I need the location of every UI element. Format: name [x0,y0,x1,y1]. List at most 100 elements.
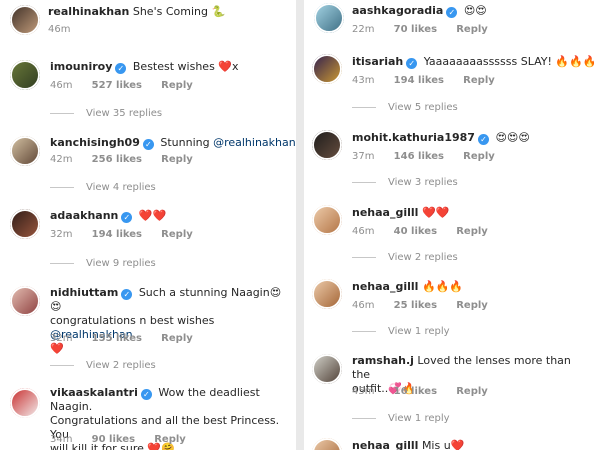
avatar[interactable] [10,209,40,239]
avatar[interactable] [312,130,342,160]
avatar[interactable] [10,388,40,418]
reply-link[interactable]: Reply [456,386,488,397]
avatar[interactable] [312,205,342,235]
avatar[interactable] [10,5,40,35]
reply-link[interactable]: Reply [456,300,488,311]
screenshot-divider [296,0,304,450]
comment-text: Stunning [160,136,214,149]
comment-username[interactable]: ramshah.j [352,354,414,367]
likes-count[interactable]: 155 likes [92,333,142,344]
avatar[interactable] [10,136,40,166]
comment-time: 46m [48,24,71,35]
reply-link[interactable]: Reply [463,75,495,86]
comment-time: 22m [352,24,375,35]
comment-username[interactable]: realhinakhan [48,5,129,18]
comment-item: aashkagoradia ✓ 😍😍 22m 70 likes Reply [304,0,600,40]
comments-column-left[interactable]: realhinakhan She's Coming 🐍 46m imouniro… [0,0,296,450]
comment-item: nidhiuttam ✓ Such a stunning Naagin😍😍 con… [0,278,296,373]
reply-link[interactable]: Reply [456,24,488,35]
reply-link[interactable]: Reply [161,154,193,165]
comment-item: nehaa_gilll ❤️❤️ 46m 40 likes Reply View… [304,200,600,270]
avatar[interactable] [312,54,342,84]
likes-count[interactable]: 256 likes [92,154,142,165]
verified-badge-icon: ✓ [446,7,458,18]
comment-item: nehaa_gilll 🔥🔥🔥 46m 25 likes Reply View … [304,274,600,344]
comment-time: 43m [352,75,375,86]
reply-link[interactable]: Reply [463,151,495,162]
comment-time: 46m [352,226,375,237]
reply-link[interactable]: Reply [161,229,193,240]
view-replies-link[interactable]: View 35 replies [50,108,162,119]
likes-count[interactable]: 40 likes [394,226,437,237]
comment-item: ramshah.j Loved the lenses more than the… [304,348,600,428]
reply-link[interactable]: Reply [161,333,193,344]
avatar[interactable] [10,60,40,90]
likes-count[interactable]: 25 likes [394,300,437,311]
comment-item: nehaa_gilll Mis u❤️ [304,436,600,450]
verified-badge-icon: ✓ [477,134,489,145]
reply-link[interactable]: Reply [161,80,193,91]
view-replies-link[interactable]: View 2 replies [352,252,458,263]
comment-time: 34m [50,434,73,445]
comment-username[interactable]: adaakhann [50,209,118,222]
verified-badge-icon: ✓ [140,389,152,400]
comment-text: She's Coming 🐍 [132,5,226,18]
comment-username[interactable]: nehaa_gilll [352,280,418,293]
likes-count[interactable]: 527 likes [92,80,142,91]
comment-time: 45m [352,386,375,397]
comment-text: 😍😍😍 [495,131,530,144]
comment-username[interactable]: imouniroy [50,60,112,73]
likes-count[interactable]: 16 likes [394,386,437,397]
comments-column-right[interactable]: aashkagoradia ✓ 😍😍 22m 70 likes Reply iti… [304,0,600,450]
likes-count[interactable]: 194 likes [394,75,444,86]
comment-item: adaakhann ✓ ❤️❤️ 32m 194 likes Reply View… [0,203,296,273]
comment-username[interactable]: nehaa_gilll [352,439,418,450]
comment-time: 32m [50,333,73,344]
view-replies-link[interactable]: View 3 replies [352,177,458,188]
comment-time: 42m [50,154,73,165]
view-replies-link[interactable]: View 1 reply [352,326,450,337]
avatar[interactable] [314,3,344,33]
comment-username[interactable]: vikaaskalantri [50,386,138,399]
verified-badge-icon: ✓ [121,289,133,300]
mention-link[interactable]: @realhinakhan [213,136,296,149]
view-replies-link[interactable]: View 4 replies [50,182,156,193]
comment-item: mohit.kathuria1987 ✓ 😍😍😍 37m 146 likes Re… [304,125,600,195]
view-replies-link[interactable]: View 5 replies [352,102,458,113]
avatar[interactable] [312,438,342,450]
likes-count[interactable]: 146 likes [394,151,444,162]
view-replies-link[interactable]: View 9 replies [50,258,156,269]
verified-badge-icon: ✓ [121,212,133,223]
likes-count[interactable]: 90 likes [92,434,135,445]
comment-text: 🔥🔥🔥 [421,280,464,293]
comment-text: Bestest wishes ❤️x [132,60,239,73]
comment-item: itisariah ✓ Yaaaaaaaassssss SLAY! 🔥🔥🔥 43m… [304,50,600,120]
comment-item: kanchisingh09 ✓ Stunning @realhinakhan 42… [0,128,296,198]
comment-username[interactable]: itisariah [352,55,403,68]
verified-badge-icon: ✓ [115,63,127,74]
avatar[interactable] [10,286,40,316]
comment-time: 32m [50,229,73,240]
reply-link[interactable]: Reply [456,226,488,237]
comment-username[interactable]: kanchisingh09 [50,136,140,149]
comment-username[interactable]: nidhiuttam [50,286,118,299]
view-replies-link[interactable]: View 1 reply [352,413,450,424]
comment-text-line2: congratulations n best wishes [50,314,215,327]
comment-text: ❤️❤️ [421,206,450,219]
comment-item: imouniroy ✓ Bestest wishes ❤️x 46m 527 li… [0,52,296,122]
likes-count[interactable]: 70 likes [394,24,437,35]
comment-username[interactable]: nehaa_gilll [352,206,418,219]
likes-count[interactable]: 194 likes [92,229,142,240]
comment-text: ❤️❤️ [138,209,167,222]
reply-link[interactable]: Reply [154,434,186,445]
view-replies-link[interactable]: View 2 replies [50,360,156,371]
comment-item: realhinakhan She's Coming 🐍 46m [0,0,296,40]
verified-badge-icon: ✓ [142,139,154,150]
verified-badge-icon: ✓ [406,58,418,69]
avatar[interactable] [312,279,342,309]
comment-username[interactable]: aashkagoradia [352,4,443,17]
comment-time: 37m [352,151,375,162]
comment-item: vikaaskalantri ✓ Wow the deadliest Naagin… [0,380,296,450]
comment-username[interactable]: mohit.kathuria1987 [352,131,475,144]
avatar[interactable] [312,354,342,384]
